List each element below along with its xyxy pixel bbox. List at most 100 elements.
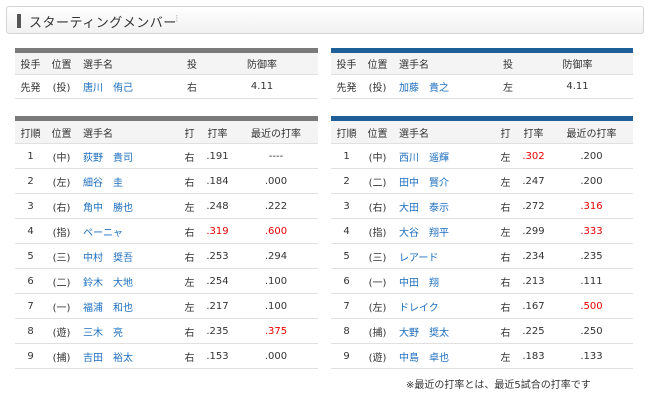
player-name-link[interactable]: 大谷 翔平 bbox=[393, 218, 494, 244]
table-row: 7 (左) ドレイク右 .167.500 bbox=[331, 293, 633, 319]
player-name-link[interactable]: 中田 翔 bbox=[393, 268, 494, 294]
batting-order: 7 bbox=[331, 293, 362, 319]
player-bats: 右 bbox=[178, 243, 201, 269]
table-row: 2 (二) 田中 賢介左 .247.200 bbox=[331, 168, 633, 194]
table-row: 1 (中) 荻野 貴司右 .191 ---- bbox=[15, 143, 318, 169]
batting-average: .225 bbox=[517, 318, 550, 344]
batting-order: 1 bbox=[331, 143, 362, 169]
player-name-link[interactable]: 田中 賢介 bbox=[393, 168, 494, 194]
batting-order: 2 bbox=[331, 168, 362, 194]
player-bats: 右 bbox=[178, 318, 201, 344]
pitcher-throws: 左 bbox=[494, 74, 522, 99]
player-position: (一) bbox=[46, 293, 77, 319]
table-header-row: 投手 位置 選手名 投 防御率 bbox=[15, 50, 318, 75]
recent-average: .600 bbox=[234, 218, 318, 244]
section-marker bbox=[17, 14, 21, 28]
player-position: (遊) bbox=[362, 343, 393, 369]
table-header-row: 打順 位置 選手名 打 打率 最近の打率 bbox=[15, 118, 318, 144]
player-name-link[interactable]: レアード bbox=[393, 243, 494, 269]
batting-order: 2 bbox=[15, 168, 46, 194]
batting-average: .253 bbox=[201, 243, 234, 269]
col-header-position: 位置 bbox=[362, 50, 393, 75]
player-position: (捕) bbox=[46, 343, 77, 369]
drag-dots-icon: ⁝ bbox=[175, 12, 179, 25]
pitcher-era: 4.11 bbox=[206, 74, 318, 99]
recent-average: .500 bbox=[550, 293, 633, 319]
player-bats: 左 bbox=[494, 343, 517, 369]
player-bats: 右 bbox=[178, 343, 201, 369]
batting-average: .183 bbox=[517, 343, 550, 369]
recent-average: .222 bbox=[234, 193, 318, 219]
left-pitcher-table: 投手 位置 選手名 投 防御率 先発 (投) 唐川 侑己 右 4.11 bbox=[15, 48, 318, 99]
player-bats: 右 bbox=[178, 143, 201, 169]
player-name-link[interactable]: ペーニャ bbox=[77, 218, 178, 244]
table-row: 5 (三) 中村 奨吾右 .253.294 bbox=[15, 243, 318, 269]
player-position: (右) bbox=[362, 193, 393, 219]
batting-order: 1 bbox=[15, 143, 46, 169]
recent-average: .294 bbox=[234, 243, 318, 269]
batting-order: 9 bbox=[331, 343, 362, 369]
footnote: ※最近の打率とは、最近5試合の打率です bbox=[406, 380, 591, 391]
table-row: 4 (指) ペーニャ右 .319.600 bbox=[15, 218, 318, 244]
right-lineup-table: 打順 位置 選手名 打 打率 最近の打率 1 (中) 西川 遥輝左 .302.200 2… bbox=[331, 116, 633, 369]
player-name-link[interactable]: 吉田 裕太 bbox=[77, 343, 178, 369]
player-bats: 左 bbox=[178, 268, 201, 294]
col-header-order: 打順 bbox=[15, 118, 46, 144]
player-bats: 右 bbox=[494, 193, 517, 219]
player-position: (左) bbox=[362, 293, 393, 319]
player-name-link[interactable]: 鈴木 大地 bbox=[77, 268, 178, 294]
recent-average: .000 bbox=[234, 168, 318, 194]
pitcher-name-link[interactable]: 唐川 侑己 bbox=[77, 74, 178, 99]
batting-average: .191 bbox=[201, 143, 234, 169]
player-name-link[interactable]: 西川 遥輝 bbox=[393, 143, 494, 169]
recent-average: .235 bbox=[550, 243, 633, 269]
table-row: 4 (指) 大谷 翔平左 .299.333 bbox=[331, 218, 633, 244]
player-bats: 右 bbox=[494, 318, 517, 344]
player-name-link[interactable]: 大野 奨太 bbox=[393, 318, 494, 344]
player-name-link[interactable]: 中島 卓也 bbox=[393, 343, 494, 369]
recent-average: .375 bbox=[234, 318, 318, 344]
player-position: (三) bbox=[362, 243, 393, 269]
table-row: 6 (二) 鈴木 大地左 .254.100 bbox=[15, 268, 318, 294]
batting-average: .299 bbox=[517, 218, 550, 244]
player-name-link[interactable]: ドレイク bbox=[393, 293, 494, 319]
batting-average: .235 bbox=[201, 318, 234, 344]
player-name-link[interactable]: 細谷 圭 bbox=[77, 168, 178, 194]
batting-average: .247 bbox=[517, 168, 550, 194]
col-header-avg: 打率 bbox=[517, 118, 550, 144]
col-header-position: 位置 bbox=[46, 50, 77, 75]
pitcher-throws: 右 bbox=[178, 74, 206, 99]
col-header-era: 防御率 bbox=[206, 50, 318, 75]
player-bats: 左 bbox=[178, 293, 201, 319]
col-header-position: 位置 bbox=[46, 118, 77, 144]
batting-average: .184 bbox=[201, 168, 234, 194]
pitcher-name-link[interactable]: 加藤 貴之 bbox=[393, 74, 494, 99]
player-name-link[interactable]: 中村 奨吾 bbox=[77, 243, 178, 269]
pitcher-role: 先発 bbox=[15, 74, 46, 99]
col-header-throws: 投 bbox=[494, 50, 522, 75]
player-bats: 左 bbox=[494, 168, 517, 194]
section-header: スターティングメンバー ⁝ bbox=[6, 6, 644, 34]
recent-average: .200 bbox=[550, 168, 633, 194]
player-name-link[interactable]: 福浦 和也 bbox=[77, 293, 178, 319]
batting-average: .248 bbox=[201, 193, 234, 219]
batting-average: .272 bbox=[517, 193, 550, 219]
recent-average: .100 bbox=[234, 293, 318, 319]
player-name-link[interactable]: 大田 泰示 bbox=[393, 193, 494, 219]
player-position: (捕) bbox=[362, 318, 393, 344]
table-row: 7 (一) 福浦 和也左 .217.100 bbox=[15, 293, 318, 319]
recent-average: .133 bbox=[550, 343, 633, 369]
batting-order: 7 bbox=[15, 293, 46, 319]
batting-order: 4 bbox=[15, 218, 46, 244]
table-row: 2 (左) 細谷 圭右 .184.000 bbox=[15, 168, 318, 194]
batting-order: 6 bbox=[15, 268, 46, 294]
player-bats: 左 bbox=[178, 193, 201, 219]
recent-average: .200 bbox=[550, 143, 633, 169]
player-name-link[interactable]: 角中 勝也 bbox=[77, 193, 178, 219]
recent-average: .333 bbox=[550, 218, 633, 244]
col-header-position: 位置 bbox=[362, 118, 393, 144]
player-name-link[interactable]: 荻野 貴司 bbox=[77, 143, 178, 169]
col-header-player: 選手名 bbox=[77, 118, 178, 144]
player-name-link[interactable]: 三木 亮 bbox=[77, 318, 178, 344]
player-position: (左) bbox=[46, 168, 77, 194]
